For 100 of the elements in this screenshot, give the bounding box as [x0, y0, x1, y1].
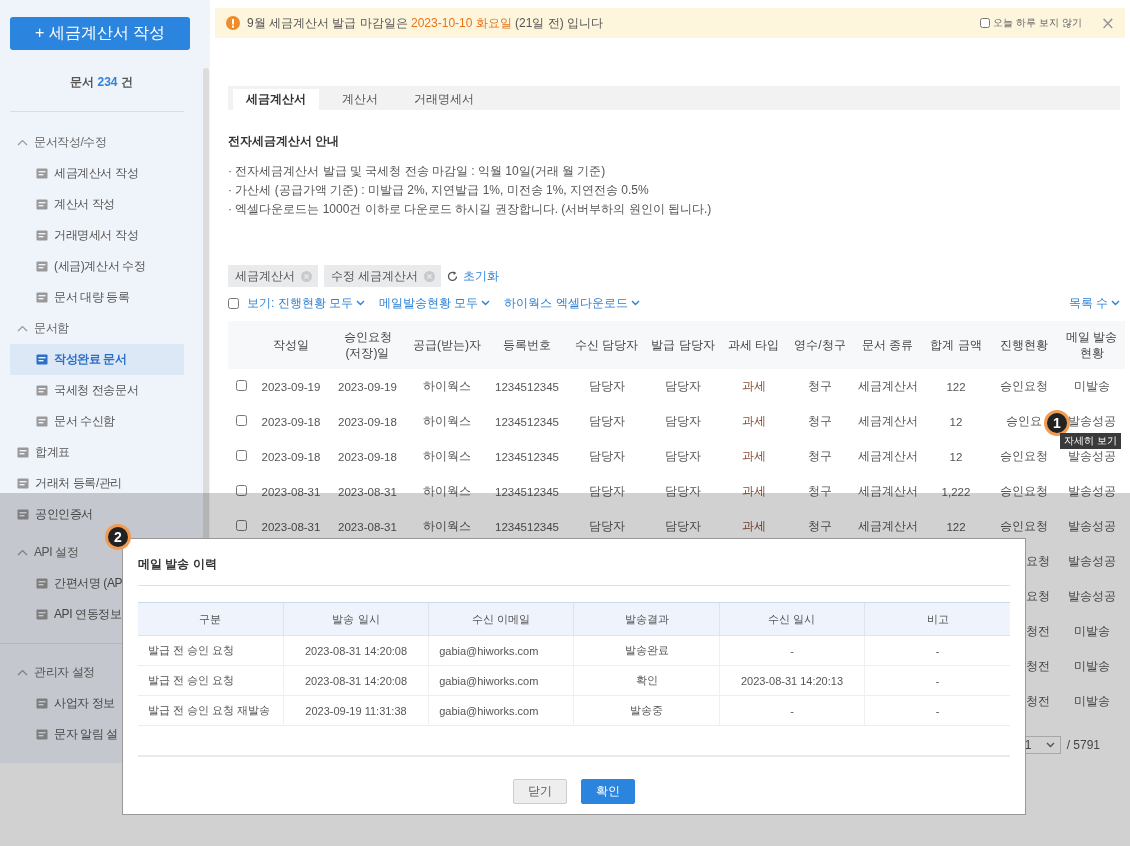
page-size-dropdown[interactable]: 목록 수 [1068, 294, 1120, 312]
column-header: 발송 일시 [283, 602, 429, 636]
table-cell: 미발송 [1073, 660, 1110, 672]
document-icon [36, 354, 48, 365]
table-cell: 승인요청 [1000, 485, 1048, 497]
column-header: 발송결과 [574, 602, 720, 636]
close-button[interactable]: 닫기 [513, 779, 567, 804]
nav-item[interactable]: 국세청 전송문서 [10, 375, 184, 406]
nav-section[interactable]: 문서작성/수정 [10, 127, 184, 158]
table-cell: 2023-08-31 [338, 485, 397, 498]
document-icon [36, 292, 48, 303]
table-cell: 하이웍스 [423, 450, 471, 462]
nav-section[interactable]: 문서함 [10, 313, 184, 344]
table-cell: 2023-08-31 14:20:08 [283, 665, 429, 696]
tooltip: 자세히 보기 [1060, 433, 1121, 449]
column-header: 공급(받는)자 [407, 321, 487, 369]
table-cell: 2023-08-31 [261, 520, 321, 533]
table-cell: 담당자 [588, 520, 625, 532]
table-cell: - [864, 695, 1010, 726]
table-cell: 1,222 [941, 485, 971, 498]
nav-item[interactable]: 문서 수신함 [10, 406, 184, 437]
table-cell: 세금계산서 [857, 415, 918, 427]
column-header: 수신 이메일 [428, 602, 574, 636]
nav-item[interactable]: (세금)계산서 수정 [10, 251, 184, 282]
table-cell: 122 [946, 380, 966, 393]
dialog-title: 메일 발송 이력 [138, 556, 218, 571]
table-cell: 담당자 [588, 485, 625, 497]
table-cell: 2023-08-31 [338, 520, 397, 533]
table-cell: 과세 [741, 450, 766, 462]
table-cell: 2023-09-19 [338, 380, 397, 393]
reset-link[interactable]: 초기화 [447, 267, 500, 285]
table-cell: 발급 전 승인 요청 [138, 635, 284, 666]
nav-item[interactable]: 거래명세서 작성 [10, 220, 184, 251]
filter-dropdown[interactable]: 하이웍스 엑셀다운로드 [504, 294, 640, 312]
table-cell: 2023-09-18 [338, 415, 397, 428]
table-cell: 승인요청 [1000, 450, 1048, 462]
filter-dropdown[interactable]: 보기: 진행현황 모두 [247, 294, 365, 312]
chevron-down-icon [356, 300, 365, 306]
nav-item[interactable]: 문서 대량 등록 [10, 282, 184, 313]
table-cell: 발송성공 [1067, 555, 1116, 567]
chevron-up-icon [17, 669, 28, 676]
confirm-button[interactable]: 확인 [581, 779, 635, 804]
guide-text: · 엑셀다운로드는 1000건 이하로 다운로드 하시길 권장합니다. (서버부하의 원인이 됩니다.) [228, 201, 713, 218]
table-cell: 발송성공 [1067, 450, 1116, 462]
row-checkbox[interactable] [235, 415, 247, 426]
table-cell: 승인요 [1006, 415, 1042, 427]
create-button[interactable]: + 세금계산서 작성 [10, 17, 190, 50]
row-checkbox[interactable] [235, 450, 247, 461]
table-cell: 발송성공 [1067, 485, 1116, 497]
document-icon [17, 478, 29, 489]
column-header: 합계 금액 [922, 321, 990, 369]
row-checkbox[interactable] [235, 485, 247, 496]
select-all-checkbox[interactable] [228, 297, 239, 309]
nav-item[interactable]: 거래처 등록/관리 [10, 468, 184, 499]
chevron-down-icon [481, 300, 491, 306]
document-icon [36, 199, 48, 210]
table-cell: 발송성공 [1067, 590, 1116, 602]
filter-dropdown[interactable]: 메일발송현황 모두 [379, 294, 491, 312]
filter-chip[interactable]: 수정 세금계산서 [324, 265, 442, 287]
table-cell: 하이웍스 [423, 380, 471, 392]
row-checkbox[interactable] [235, 520, 247, 531]
document-count: 문서 234 건 [69, 74, 134, 90]
table-cell: 하이웍스 [423, 415, 471, 427]
table-cell: 과세 [741, 520, 766, 532]
callout-badge: 1 [1044, 410, 1070, 436]
tab[interactable]: 세금계산서 [233, 89, 319, 110]
table-cell: - [719, 695, 865, 726]
column-header: 문서 종류 [853, 321, 922, 369]
table-cell: - [864, 665, 1010, 696]
document-icon [17, 447, 29, 458]
nav-item[interactable]: 세금계산서 작성 [10, 158, 184, 189]
column-header: 수신 담당자 [567, 321, 646, 369]
table-cell: 청구 [808, 520, 832, 532]
chevron-down-icon [630, 300, 640, 306]
column-header: 등록번호 [487, 321, 567, 369]
tab[interactable]: 거래명세서 [401, 89, 487, 110]
table-cell: 담당자 [665, 520, 701, 532]
chevron-down-icon [1111, 300, 1120, 306]
table-cell: 담당자 [588, 380, 625, 392]
table-cell: 미발송 [1073, 625, 1110, 637]
filter-chip[interactable]: 세금계산서 [228, 265, 318, 287]
document-icon [36, 261, 48, 272]
nav-item[interactable]: 합계표 [10, 437, 184, 468]
column-header: 비고 [864, 602, 1010, 636]
table-cell: 승인요청 [1000, 520, 1048, 532]
clear-icon [424, 270, 436, 282]
column-header: 승인요청 (저장)일 [328, 321, 407, 369]
nav-item[interactable]: 계산서 작성 [10, 189, 184, 220]
table-cell: 청전 [1026, 660, 1050, 672]
checkbox[interactable] [980, 18, 991, 28]
table-cell: 세금계산서 [857, 450, 918, 462]
tab[interactable]: 계산서 [329, 89, 391, 110]
table-cell: 승인요청 [1000, 380, 1048, 392]
table-cell: 발송중 [574, 695, 720, 726]
row-checkbox[interactable] [235, 380, 247, 391]
column-header: 진행현황 [990, 321, 1058, 369]
chevron-down-icon [1045, 742, 1055, 748]
guide-text: · 전자세금계산서 발급 및 국세청 전송 마감일 : 익월 10일(거래 월 기준) [228, 163, 607, 180]
nav-item[interactable]: 작성완료 문서 [10, 344, 184, 375]
guide-text: · 가산세 (공급가액 기준) : 미발급 2%, 지연발급 1%, 미전송 1%, 지연전송 0.5% [228, 182, 650, 199]
